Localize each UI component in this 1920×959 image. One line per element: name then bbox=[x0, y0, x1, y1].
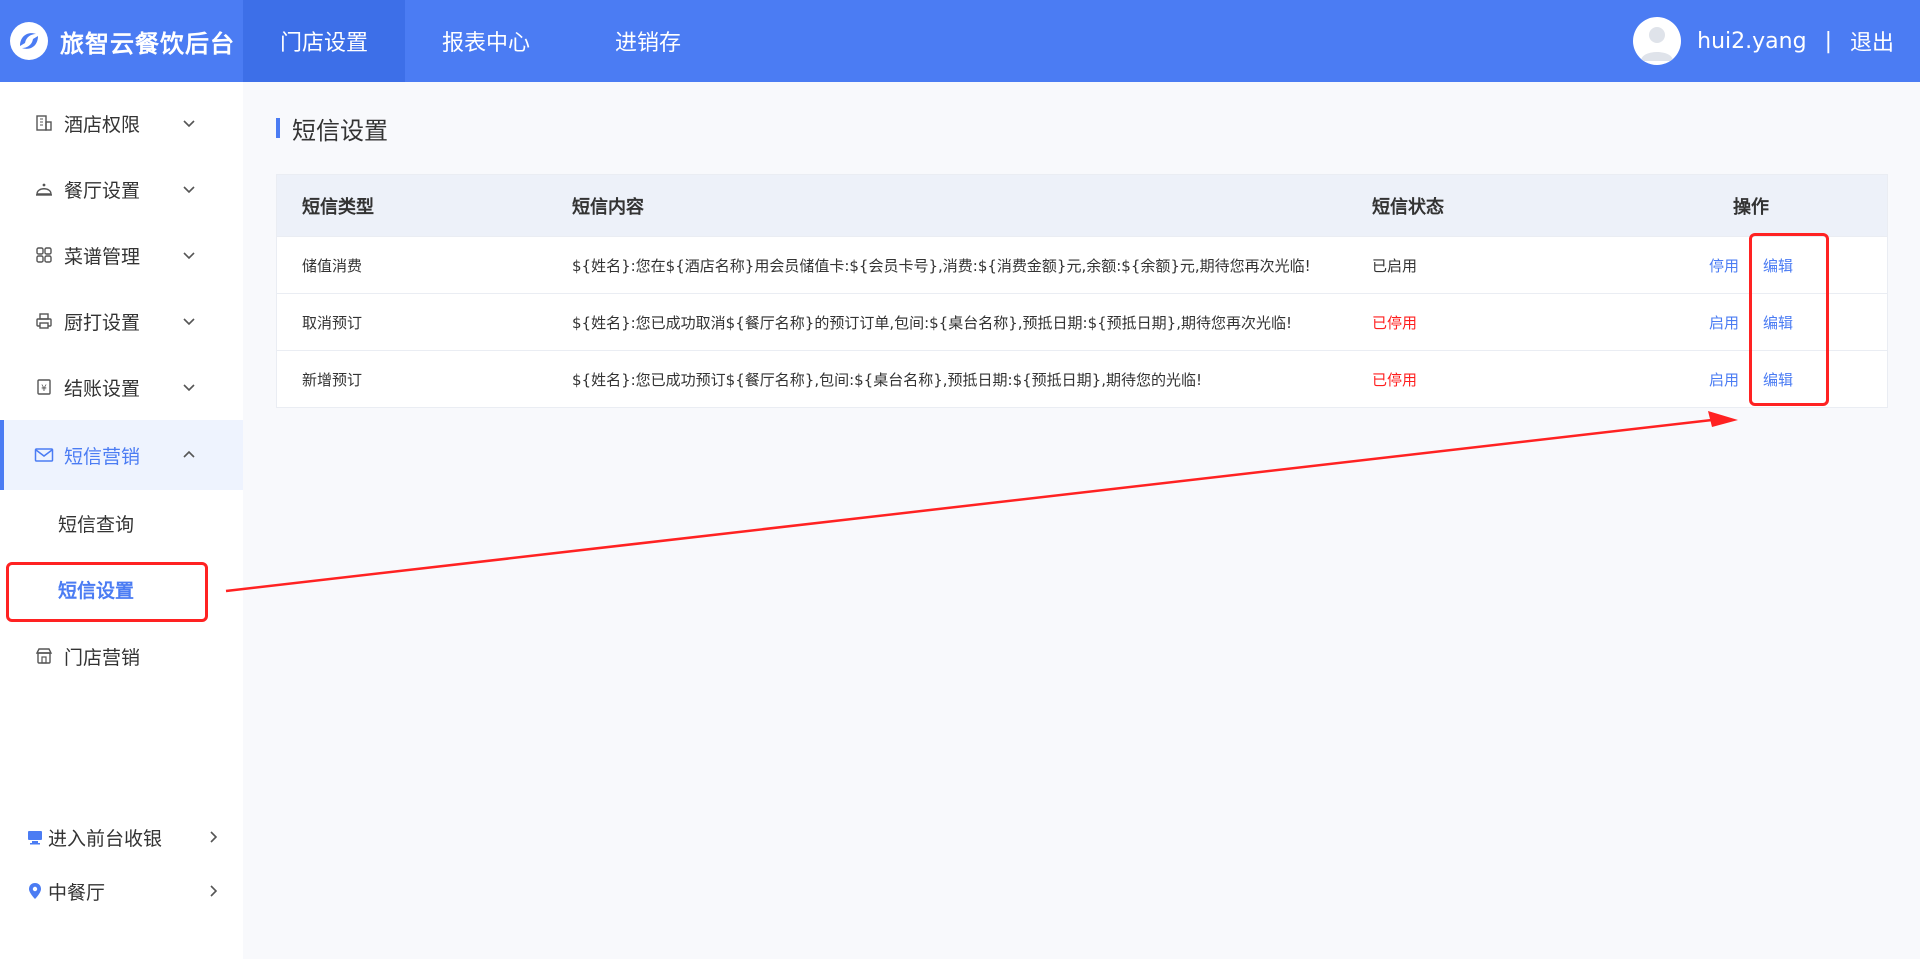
username: hui2.yang bbox=[1697, 28, 1807, 54]
chevron-right-icon bbox=[210, 831, 218, 843]
store-icon bbox=[34, 646, 54, 666]
enable-button[interactable]: 启用 bbox=[1709, 369, 1739, 390]
cell-sms-content: ${姓名}:您已成功预订${餐厅名称},包间:${桌台名称},预抵日期:${预抵… bbox=[572, 370, 1203, 389]
sidebar-item-current-restaurant[interactable]: 中餐厅 bbox=[0, 871, 243, 911]
sidebar-item-restaurant-settings[interactable]: 餐厅设置 bbox=[0, 156, 243, 222]
receipt-icon: ¥ bbox=[34, 377, 54, 397]
chevron-down-icon bbox=[183, 120, 195, 128]
sidebar-bottom-label: 进入前台收银 bbox=[48, 827, 163, 850]
topnav-store-settings[interactable]: 门店设置 bbox=[243, 0, 405, 82]
top-header: 旅智云餐饮后台 门店设置 报表中心 进销存 hui2.yang | 退出 bbox=[0, 0, 1920, 82]
sidebar-item-label: 短信营销 bbox=[64, 445, 141, 468]
header-sms-type: 短信类型 bbox=[302, 196, 374, 218]
grid-icon bbox=[34, 245, 54, 265]
chevron-down-icon bbox=[183, 384, 195, 392]
table-header: 短信类型 短信内容 短信状态 操作 bbox=[277, 175, 1887, 236]
user-separator: | bbox=[1824, 28, 1832, 54]
sidebar-bottom-label: 中餐厅 bbox=[48, 881, 106, 904]
cell-sms-type: 储值消费 bbox=[302, 256, 363, 275]
mail-icon bbox=[34, 445, 54, 465]
cell-sms-type: 取消预订 bbox=[302, 313, 363, 332]
brand[interactable]: 旅智云餐饮后台 bbox=[0, 0, 243, 82]
table-row: 取消预订 ${姓名}:您已成功取消${餐厅名称}的预订订单,包间:${桌台名称}… bbox=[277, 293, 1887, 350]
cell-sms-type: 新增预订 bbox=[302, 370, 363, 389]
highlight-box-edit-buttons bbox=[1749, 233, 1829, 406]
logout-link[interactable]: 退出 bbox=[1850, 25, 1894, 57]
cell-sms-status: 已停用 bbox=[1372, 313, 1418, 332]
cell-sms-content: ${姓名}:您已成功取消${餐厅名称}的预订订单,包间:${桌台名称},预抵日期… bbox=[572, 313, 1293, 332]
chevron-down-icon bbox=[183, 186, 195, 194]
sidebar-item-sms-marketing[interactable]: 短信营销 bbox=[0, 420, 243, 490]
sidebar-item-menu-management[interactable]: 菜谱管理 bbox=[0, 222, 243, 288]
cell-sms-content: ${姓名}:您在${酒店名称}用会员储值卡:${会员卡号},消费:${消费金额}… bbox=[572, 256, 1311, 275]
highlight-box-sms-settings bbox=[6, 562, 208, 622]
chevron-down-icon bbox=[183, 252, 195, 260]
disable-button[interactable]: 停用 bbox=[1709, 255, 1739, 276]
top-nav: 门店设置 报表中心 进销存 bbox=[243, 0, 729, 82]
table-row: 储值消费 ${姓名}:您在${酒店名称}用会员储值卡:${会员卡号},消费:${… bbox=[277, 236, 1887, 293]
monitor-icon bbox=[26, 828, 44, 846]
sidebar-item-label: 厨打设置 bbox=[64, 311, 141, 334]
chevron-up-icon bbox=[183, 450, 195, 458]
sidebar: 酒店权限 餐厅设置 菜谱管理 厨打设置 ¥ 结账设置 短信营销 短信查询 短信设… bbox=[0, 82, 243, 959]
location-pin-icon bbox=[26, 882, 44, 900]
sidebar-item-label: 结账设置 bbox=[64, 377, 141, 400]
cell-sms-status: 已启用 bbox=[1372, 256, 1418, 275]
sidebar-item-label: 菜谱管理 bbox=[64, 245, 141, 268]
sidebar-item-enter-cashier[interactable]: 进入前台收银 bbox=[0, 817, 243, 857]
sidebar-item-store-marketing[interactable]: 门店营销 bbox=[0, 623, 243, 689]
topnav-inventory[interactable]: 进销存 bbox=[567, 0, 729, 82]
sidebar-item-label: 餐厅设置 bbox=[64, 179, 141, 202]
cloche-icon bbox=[34, 179, 54, 199]
topnav-report-center[interactable]: 报表中心 bbox=[405, 0, 567, 82]
brand-name: 旅智云餐饮后台 bbox=[60, 29, 235, 58]
sidebar-item-hotel-permission[interactable]: 酒店权限 bbox=[0, 90, 243, 156]
chevron-right-icon bbox=[210, 885, 218, 897]
header-operations: 操作 bbox=[1733, 196, 1769, 218]
avatar-icon[interactable] bbox=[1633, 17, 1682, 65]
sms-settings-table: 短信类型 短信内容 短信状态 操作 储值消费 ${姓名}:您在${酒店名称}用会… bbox=[276, 174, 1888, 408]
sidebar-item-label: 门店营销 bbox=[64, 646, 141, 669]
header-sms-content: 短信内容 bbox=[572, 196, 644, 218]
annotation-arrow-line bbox=[225, 418, 1713, 593]
sidebar-subitem-sms-query[interactable]: 短信查询 bbox=[0, 493, 243, 553]
brand-logo-icon bbox=[10, 22, 48, 60]
user-area: hui2.yang | 退出 bbox=[1633, 0, 1894, 82]
enable-button[interactable]: 启用 bbox=[1709, 312, 1739, 333]
hotel-icon bbox=[34, 113, 54, 133]
cell-sms-status: 已停用 bbox=[1372, 370, 1418, 389]
chevron-down-icon bbox=[183, 318, 195, 326]
page-title: 短信设置 bbox=[276, 112, 388, 145]
sidebar-item-checkout-settings[interactable]: ¥ 结账设置 bbox=[0, 354, 243, 420]
header-sms-status: 短信状态 bbox=[1372, 196, 1444, 218]
annotation-arrow-head bbox=[1708, 411, 1738, 427]
sidebar-item-kitchen-print[interactable]: 厨打设置 bbox=[0, 288, 243, 354]
svg-text:¥: ¥ bbox=[41, 384, 47, 394]
printer-icon bbox=[34, 311, 54, 331]
table-row: 新增预订 ${姓名}:您已成功预订${餐厅名称},包间:${桌台名称},预抵日期… bbox=[277, 350, 1887, 407]
sidebar-item-label: 酒店权限 bbox=[64, 113, 141, 136]
